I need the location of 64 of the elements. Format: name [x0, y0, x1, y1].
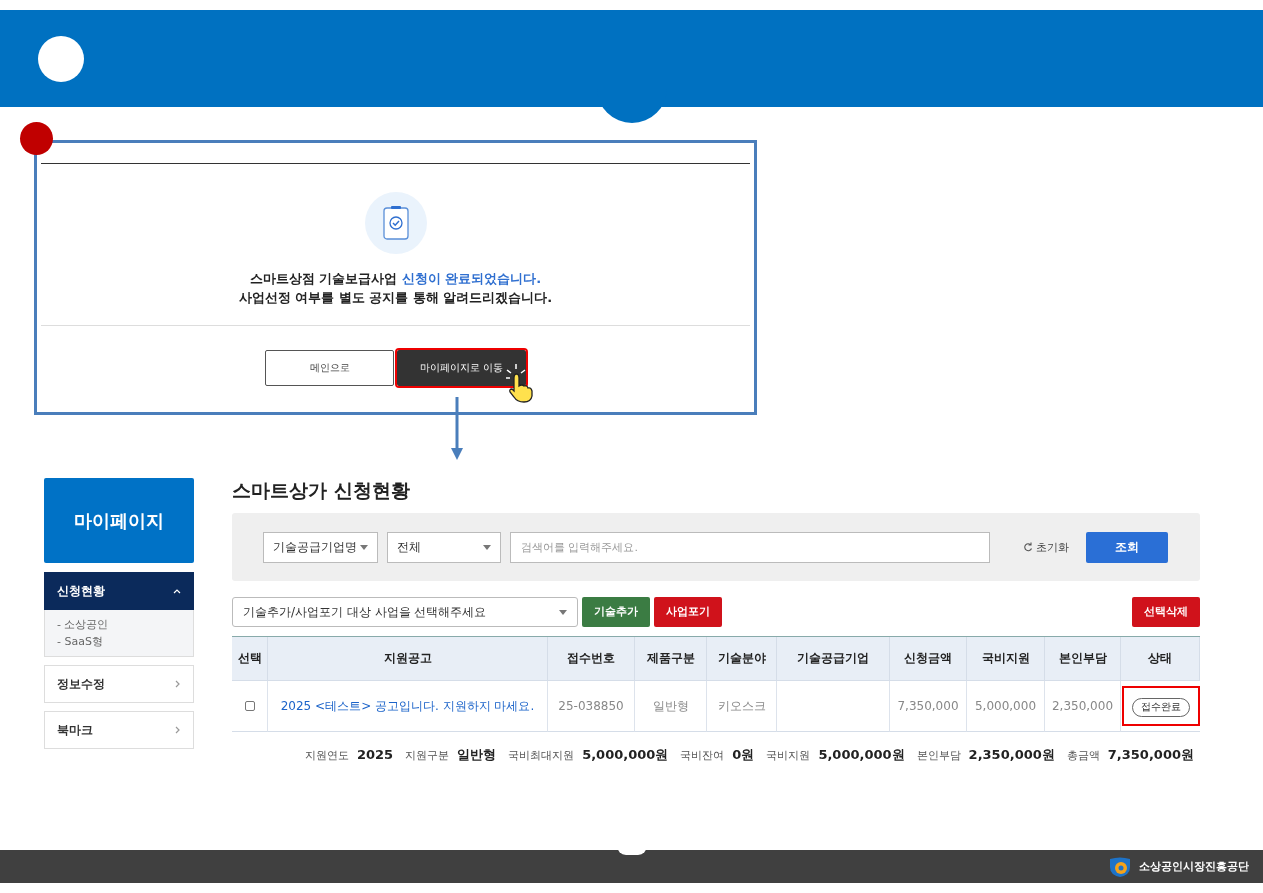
search-button[interactable]: 조회: [1086, 531, 1168, 563]
table-cell: 25-038850: [548, 681, 635, 732]
table-cell: 2,350,000: [1045, 681, 1121, 732]
category-select[interactable]: 기술공급기업명: [263, 531, 378, 563]
table-cell: 5,000,000: [967, 681, 1045, 732]
summary-label: 본인부담: [916, 748, 961, 763]
column-header: 접수번호: [548, 637, 635, 681]
column-header: 기술분야: [707, 637, 777, 681]
page-title: 스마트상가 신청현황: [232, 478, 411, 503]
delete-button[interactable]: 선택삭제: [1132, 597, 1200, 627]
chevron-right-icon: [173, 726, 181, 734]
table-cell: 일반형: [635, 681, 707, 732]
summary-value: 2,350,000원: [968, 746, 1055, 764]
summary-value: 5,000,000원: [582, 746, 669, 764]
column-header: 국비지원: [967, 637, 1045, 681]
mypage-button[interactable]: 마이페이지로 이동: [397, 350, 526, 386]
table-cell: 키오스크: [707, 681, 777, 732]
summary-label: 총금액: [1066, 748, 1100, 763]
column-header: 선택: [232, 637, 268, 681]
column-header: 지원공고: [268, 637, 548, 681]
submenu-item[interactable]: - SaaS형: [57, 634, 181, 649]
logo-icon: [1109, 855, 1131, 878]
column-header: 기술공급기업: [777, 637, 890, 681]
refresh-icon: [1023, 542, 1033, 552]
summary-value: 0원: [732, 746, 755, 764]
reset-button[interactable]: 초기화: [1023, 539, 1069, 555]
column-header: 제품구분: [635, 637, 707, 681]
column-header: 신청금액: [890, 637, 967, 681]
chevron-up-icon: [173, 587, 181, 595]
completion-message: 스마트상점 기술보급사업 신청이 완료되었습니다. 사업선정 여부를 별도 공지를 통해 알려드리겠습니다.: [238, 270, 553, 307]
summary-label: 지원구분: [405, 748, 450, 763]
sidebar-item[interactable]: 북마크: [44, 711, 194, 749]
summary-value: 7,350,000원: [1107, 746, 1194, 764]
search-field[interactable]: 검색어를 입력해주세요.: [510, 531, 990, 563]
business-select[interactable]: 기술추가/사업포기 대상 사업을 선택해주세요: [232, 597, 578, 627]
summary-value: 5,000,000원: [818, 746, 905, 764]
summary-value: 2025: [356, 747, 394, 762]
step-marker: [20, 122, 53, 155]
main-button[interactable]: 메인으로: [265, 350, 394, 386]
summary-label: 지원연도: [304, 748, 349, 763]
mypage-card: 마이페이지: [44, 478, 194, 563]
clipboard-check-icon: [381, 205, 410, 241]
row-checkbox[interactable]: [244, 701, 255, 711]
circle-marker: [38, 35, 84, 82]
sidebar-item[interactable]: 신청현황: [44, 572, 194, 610]
column-header: 상태: [1121, 637, 1200, 681]
column-header: 본인부담: [1045, 637, 1121, 681]
filter-select[interactable]: 전체: [387, 531, 501, 563]
organization-name: 소상공인시장진흥공단: [1139, 859, 1249, 874]
caret-icon: [483, 544, 491, 550]
chevron-right-icon: [173, 680, 181, 688]
notice-link[interactable]: 2025 <테스트> 공고입니다. 지원하지 마세요.: [280, 697, 535, 715]
sidebar-item[interactable]: 정보수정: [44, 665, 194, 703]
action-button[interactable]: 기술추가: [582, 597, 650, 627]
hand-cursor-icon: [505, 364, 535, 404]
table-cell: 7,350,000: [890, 681, 967, 732]
caret-icon: [360, 544, 368, 550]
summary-label: 국비지원: [766, 748, 811, 763]
caret-icon: [559, 609, 567, 615]
summary-label: 국비잔여: [680, 748, 725, 763]
summary-value: 일반형: [457, 746, 497, 764]
summary-label: 국비최대지원: [508, 748, 575, 763]
submenu-item[interactable]: - 소상공인: [57, 617, 181, 632]
action-button[interactable]: 사업포기: [654, 597, 722, 627]
